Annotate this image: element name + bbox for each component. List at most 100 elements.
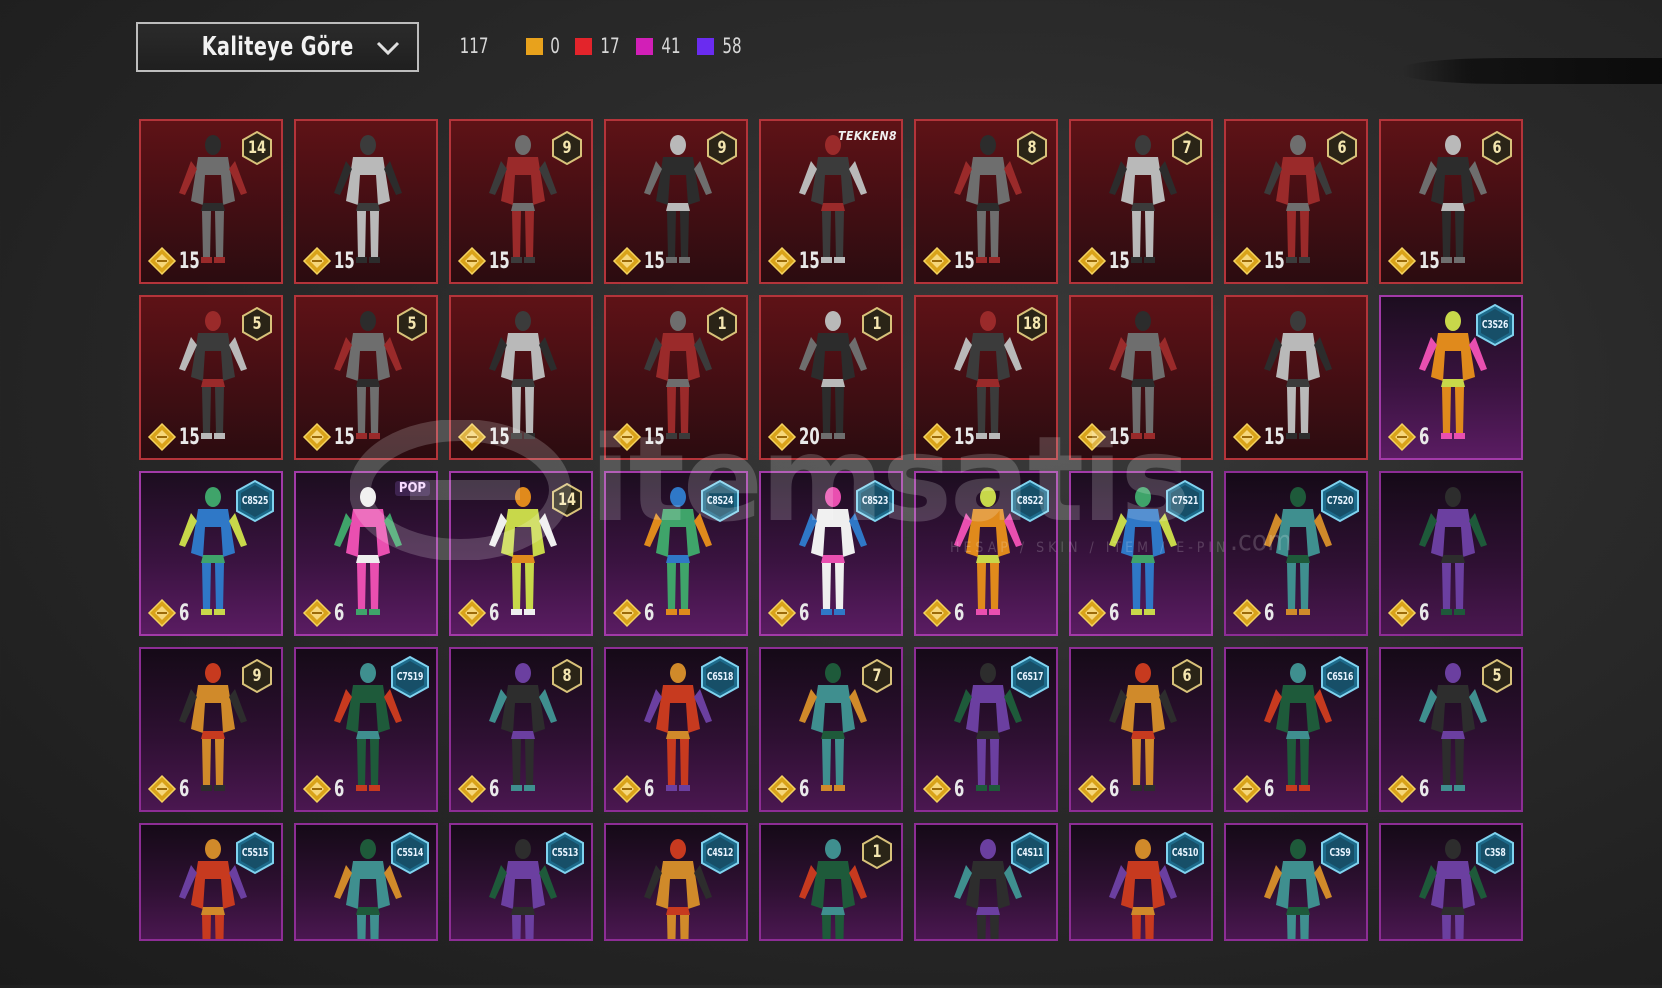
outfit-card[interactable]: 1 15: [604, 295, 748, 460]
outfit-card[interactable]: C7S19 6: [294, 647, 438, 812]
outfit-card[interactable]: 7 6: [759, 647, 903, 812]
outfit-cost: 15: [922, 246, 982, 276]
level-badge-text: 14: [557, 490, 577, 510]
outfit-cost: 15: [147, 422, 207, 452]
season-badge: C5S14: [388, 831, 432, 875]
outfit-cost-value: 15: [1109, 424, 1130, 450]
currency-icon: [1077, 422, 1107, 452]
level-badge: 1: [706, 306, 738, 342]
outfit-card[interactable]: C5S15: [139, 823, 283, 941]
outfit-cost-value: 15: [799, 248, 820, 274]
outfit-cost: 15: [147, 246, 207, 276]
outfit-card[interactable]: C3S26 6: [1379, 295, 1523, 460]
outfit-card[interactable]: 1: [759, 823, 903, 941]
outfit-card[interactable]: C4S10: [1069, 823, 1213, 941]
season-badge-text: C3S9: [1329, 846, 1351, 859]
outfit-card[interactable]: C3S8: [1379, 823, 1523, 941]
outfit-card[interactable]: C3S9: [1224, 823, 1368, 941]
outfit-cost: 6: [1077, 774, 1123, 804]
outfit-cost-value: 15: [1419, 248, 1440, 274]
outfit-card[interactable]: 7 15: [1069, 119, 1213, 284]
outfit-card[interactable]: 9 15: [449, 119, 593, 284]
outfit-card[interactable]: POP 6: [294, 471, 438, 636]
outfit-card[interactable]: 6 6: [1069, 647, 1213, 812]
currency-icon: [147, 598, 177, 628]
outfit-card[interactable]: 14 15: [139, 119, 283, 284]
level-badge-text: 1: [872, 842, 882, 862]
outfit-cost: 15: [767, 246, 827, 276]
outfit-card[interactable]: 14 6: [449, 471, 593, 636]
outfit-cost: 15: [1232, 422, 1292, 452]
currency-icon: [1232, 246, 1262, 276]
outfit-cost: 6: [147, 774, 193, 804]
outfit-card[interactable]: 9 6: [139, 647, 283, 812]
outfit-card[interactable]: C5S13: [449, 823, 593, 941]
season-badge: C6S16: [1318, 655, 1362, 699]
outfit-card[interactable]: C6S18 6: [604, 647, 748, 812]
outfit-cost: 6: [457, 598, 503, 628]
season-badge: C4S10: [1163, 831, 1207, 875]
outfit-card[interactable]: C6S16 6: [1224, 647, 1368, 812]
level-badge-text: 6: [1182, 666, 1192, 686]
currency-icon: [1077, 774, 1107, 804]
outfit-card[interactable]: 8 15: [914, 119, 1058, 284]
currency-icon: [1077, 246, 1107, 276]
outfit-cost-value: 15: [489, 424, 510, 450]
outfit-cost-value: 15: [1264, 248, 1285, 274]
currency-icon: [1232, 598, 1262, 628]
season-badge: C4S11: [1008, 831, 1052, 875]
level-badge: 6: [1326, 130, 1358, 166]
outfit-card[interactable]: 18 15: [914, 295, 1058, 460]
rare-count-value: 58: [722, 34, 742, 58]
currency-icon: [612, 422, 642, 452]
total-count: 117: [459, 34, 489, 58]
outfit-card[interactable]: 6: [1379, 471, 1523, 636]
outfit-card[interactable]: C4S12: [604, 823, 748, 941]
outfit-card[interactable]: C8S23 6: [759, 471, 903, 636]
outfit-card[interactable]: C7S20 6: [1224, 471, 1368, 636]
currency-icon: [302, 422, 332, 452]
outfit-card[interactable]: 9 15: [604, 119, 748, 284]
outfit-card[interactable]: C8S24 6: [604, 471, 748, 636]
outfit-cost: 15: [1077, 422, 1137, 452]
outfit-card[interactable]: 15: [449, 295, 593, 460]
outfit-card[interactable]: 1 20: [759, 295, 903, 460]
season-badge: C8S23: [853, 479, 897, 523]
outfit-card[interactable]: 15: [294, 119, 438, 284]
outfit-cost: 6: [1387, 774, 1433, 804]
outfit-card[interactable]: 5 6: [1379, 647, 1523, 812]
outfit-card[interactable]: 6 15: [1224, 119, 1368, 284]
outfit-card[interactable]: C8S22 6: [914, 471, 1058, 636]
outfit-card[interactable]: C4S11: [914, 823, 1058, 941]
outfit-card[interactable]: 5 15: [294, 295, 438, 460]
outfit-card[interactable]: C6S17 6: [914, 647, 1058, 812]
outfit-cost-value: 15: [179, 248, 200, 274]
outfit-cost-value: 6: [489, 600, 500, 626]
epic-swatch: [636, 37, 654, 55]
currency-icon: [457, 246, 487, 276]
season-badge-text: C3S26: [1481, 318, 1509, 331]
rarity-counts: 117 0 17 41 58: [456, 34, 758, 58]
season-badge: C5S15: [233, 831, 277, 875]
currency-icon: [767, 598, 797, 628]
season-badge-text: C7S21: [1171, 494, 1199, 507]
currency-icon: [147, 774, 177, 804]
outfit-card[interactable]: 8 6: [449, 647, 593, 812]
outfit-card[interactable]: 15: [1224, 295, 1368, 460]
level-badge-text: 8: [1027, 138, 1037, 158]
season-badge-text: C8S24: [706, 494, 734, 507]
outfit-card[interactable]: C7S21 6: [1069, 471, 1213, 636]
outfit-card[interactable]: 15: [1069, 295, 1213, 460]
outfit-card[interactable]: C5S14: [294, 823, 438, 941]
outfit-card[interactable]: 5 15: [139, 295, 283, 460]
outfit-card[interactable]: 6 15: [1379, 119, 1523, 284]
currency-icon: [1387, 422, 1417, 452]
level-badge: 14: [551, 482, 583, 518]
outfit-cost: 15: [1232, 246, 1292, 276]
sort-dropdown[interactable]: Kaliteye Göre: [136, 22, 419, 72]
currency-icon: [1232, 774, 1262, 804]
outfit-card[interactable]: C8S25 6: [139, 471, 283, 636]
outfit-card[interactable]: TEKKEN8 15: [759, 119, 903, 284]
outfit-cost-value: 15: [954, 424, 975, 450]
mythic-count-value: 17: [600, 34, 620, 58]
